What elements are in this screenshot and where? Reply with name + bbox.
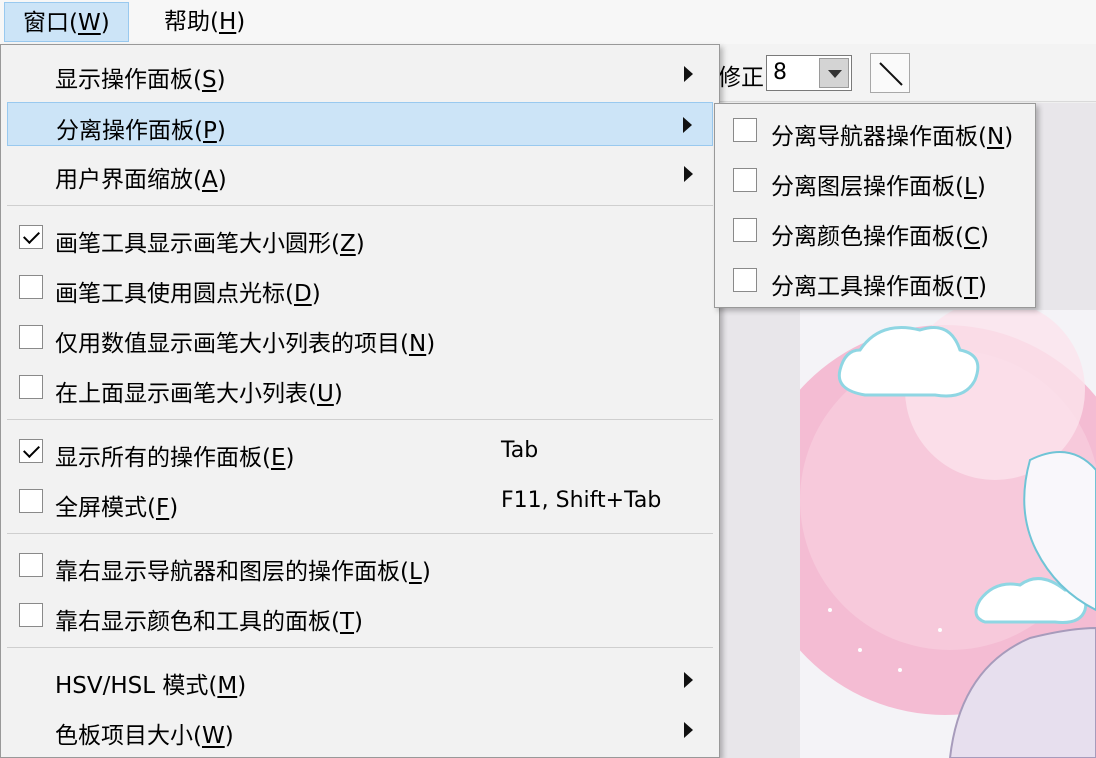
artwork-image bbox=[800, 310, 1096, 758]
menu-item-swatch-size[interactable]: 色板项目大小(W) bbox=[7, 708, 713, 752]
menu-item-show-all-panels[interactable]: 显示所有的操作面板(E) Tab bbox=[7, 430, 713, 474]
shortcut-label: F11, Shift+Tab bbox=[501, 488, 662, 513]
menu-item-dot-cursor[interactable]: 画笔工具使用圆点光标(D) bbox=[7, 266, 713, 310]
checkbox-icon[interactable] bbox=[19, 489, 43, 513]
correction-label: 修正 bbox=[718, 65, 764, 91]
correction-value: 8 bbox=[773, 60, 787, 85]
menu-item-detach-panels[interactable]: 分离操作面板(P) bbox=[7, 102, 713, 146]
menu-item-fullscreen[interactable]: 全屏模式(F) F11, Shift+Tab bbox=[7, 480, 713, 524]
submenu-item-detach-color[interactable]: 分离颜色操作面板(C) bbox=[721, 209, 1031, 253]
submenu-item-detach-layers[interactable]: 分离图层操作面板(L) bbox=[721, 159, 1031, 203]
menu-separator bbox=[7, 533, 713, 534]
canvas-artwork bbox=[800, 310, 1096, 758]
menu-item-right-navigator-layers[interactable]: 靠右显示导航器和图层的操作面板(L) bbox=[7, 544, 713, 588]
menu-item-numeric-size-list[interactable]: 仅用数值显示画笔大小列表的项目(N) bbox=[7, 316, 713, 360]
menu-separator bbox=[7, 419, 713, 420]
checkbox-icon[interactable] bbox=[19, 275, 43, 299]
checkbox-icon[interactable] bbox=[733, 218, 757, 242]
shortcut-label: Tab bbox=[501, 438, 539, 463]
checkbox-icon[interactable] bbox=[19, 375, 43, 399]
menu-item-brush-size-circle[interactable]: 画笔工具显示画笔大小圆形(Z) bbox=[7, 216, 713, 260]
submenu-arrow-icon bbox=[684, 66, 693, 82]
menu-separator bbox=[7, 647, 713, 648]
window-menu-dropdown: 显示操作面板(S) 分离操作面板(P) 用户界面缩放(A) 画笔工具显示画笔大小… bbox=[0, 44, 720, 758]
menu-item-show-panels[interactable]: 显示操作面板(S) bbox=[7, 52, 713, 96]
line-icon bbox=[879, 62, 903, 86]
checkbox-checked-icon[interactable] bbox=[19, 225, 43, 249]
menu-window[interactable]: 窗口(W) bbox=[4, 2, 129, 42]
checkbox-icon[interactable] bbox=[733, 118, 757, 142]
chevron-down-icon[interactable] bbox=[819, 58, 849, 88]
menu-item-hsv-hsl-mode[interactable]: HSV/HSL 模式(M) bbox=[7, 658, 713, 702]
submenu-arrow-icon bbox=[684, 722, 693, 738]
submenu-arrow-icon bbox=[684, 166, 693, 182]
checkbox-checked-icon[interactable] bbox=[19, 439, 43, 463]
checkbox-icon[interactable] bbox=[733, 168, 757, 192]
checkbox-icon[interactable] bbox=[733, 268, 757, 292]
correction-dropdown[interactable]: 8 bbox=[766, 55, 852, 91]
menu-help[interactable]: 帮助(H) bbox=[146, 2, 263, 42]
submenu-arrow-icon bbox=[683, 117, 692, 133]
checkbox-icon[interactable] bbox=[19, 603, 43, 627]
menu-item-ui-scale[interactable]: 用户界面缩放(A) bbox=[7, 152, 713, 196]
line-tool-button[interactable] bbox=[870, 53, 910, 93]
submenu-item-detach-tools[interactable]: 分离工具操作面板(T) bbox=[721, 259, 1031, 303]
tool-options-bar: 修正 8 bbox=[718, 44, 1096, 102]
menu-bar: 窗口(W) 帮助(H) bbox=[0, 0, 1096, 44]
menu-separator bbox=[7, 205, 713, 206]
menu-item-size-list-top[interactable]: 在上面显示画笔大小列表(U) bbox=[7, 366, 713, 410]
submenu-arrow-icon bbox=[684, 672, 693, 688]
menu-item-right-color-tools[interactable]: 靠右显示颜色和工具的面板(T) bbox=[7, 594, 713, 638]
submenu-item-detach-navigator[interactable]: 分离导航器操作面板(N) bbox=[721, 109, 1031, 153]
checkbox-icon[interactable] bbox=[19, 553, 43, 577]
detach-panels-submenu: 分离导航器操作面板(N) 分离图层操作面板(L) 分离颜色操作面板(C) 分离工… bbox=[714, 103, 1036, 308]
checkbox-icon[interactable] bbox=[19, 325, 43, 349]
